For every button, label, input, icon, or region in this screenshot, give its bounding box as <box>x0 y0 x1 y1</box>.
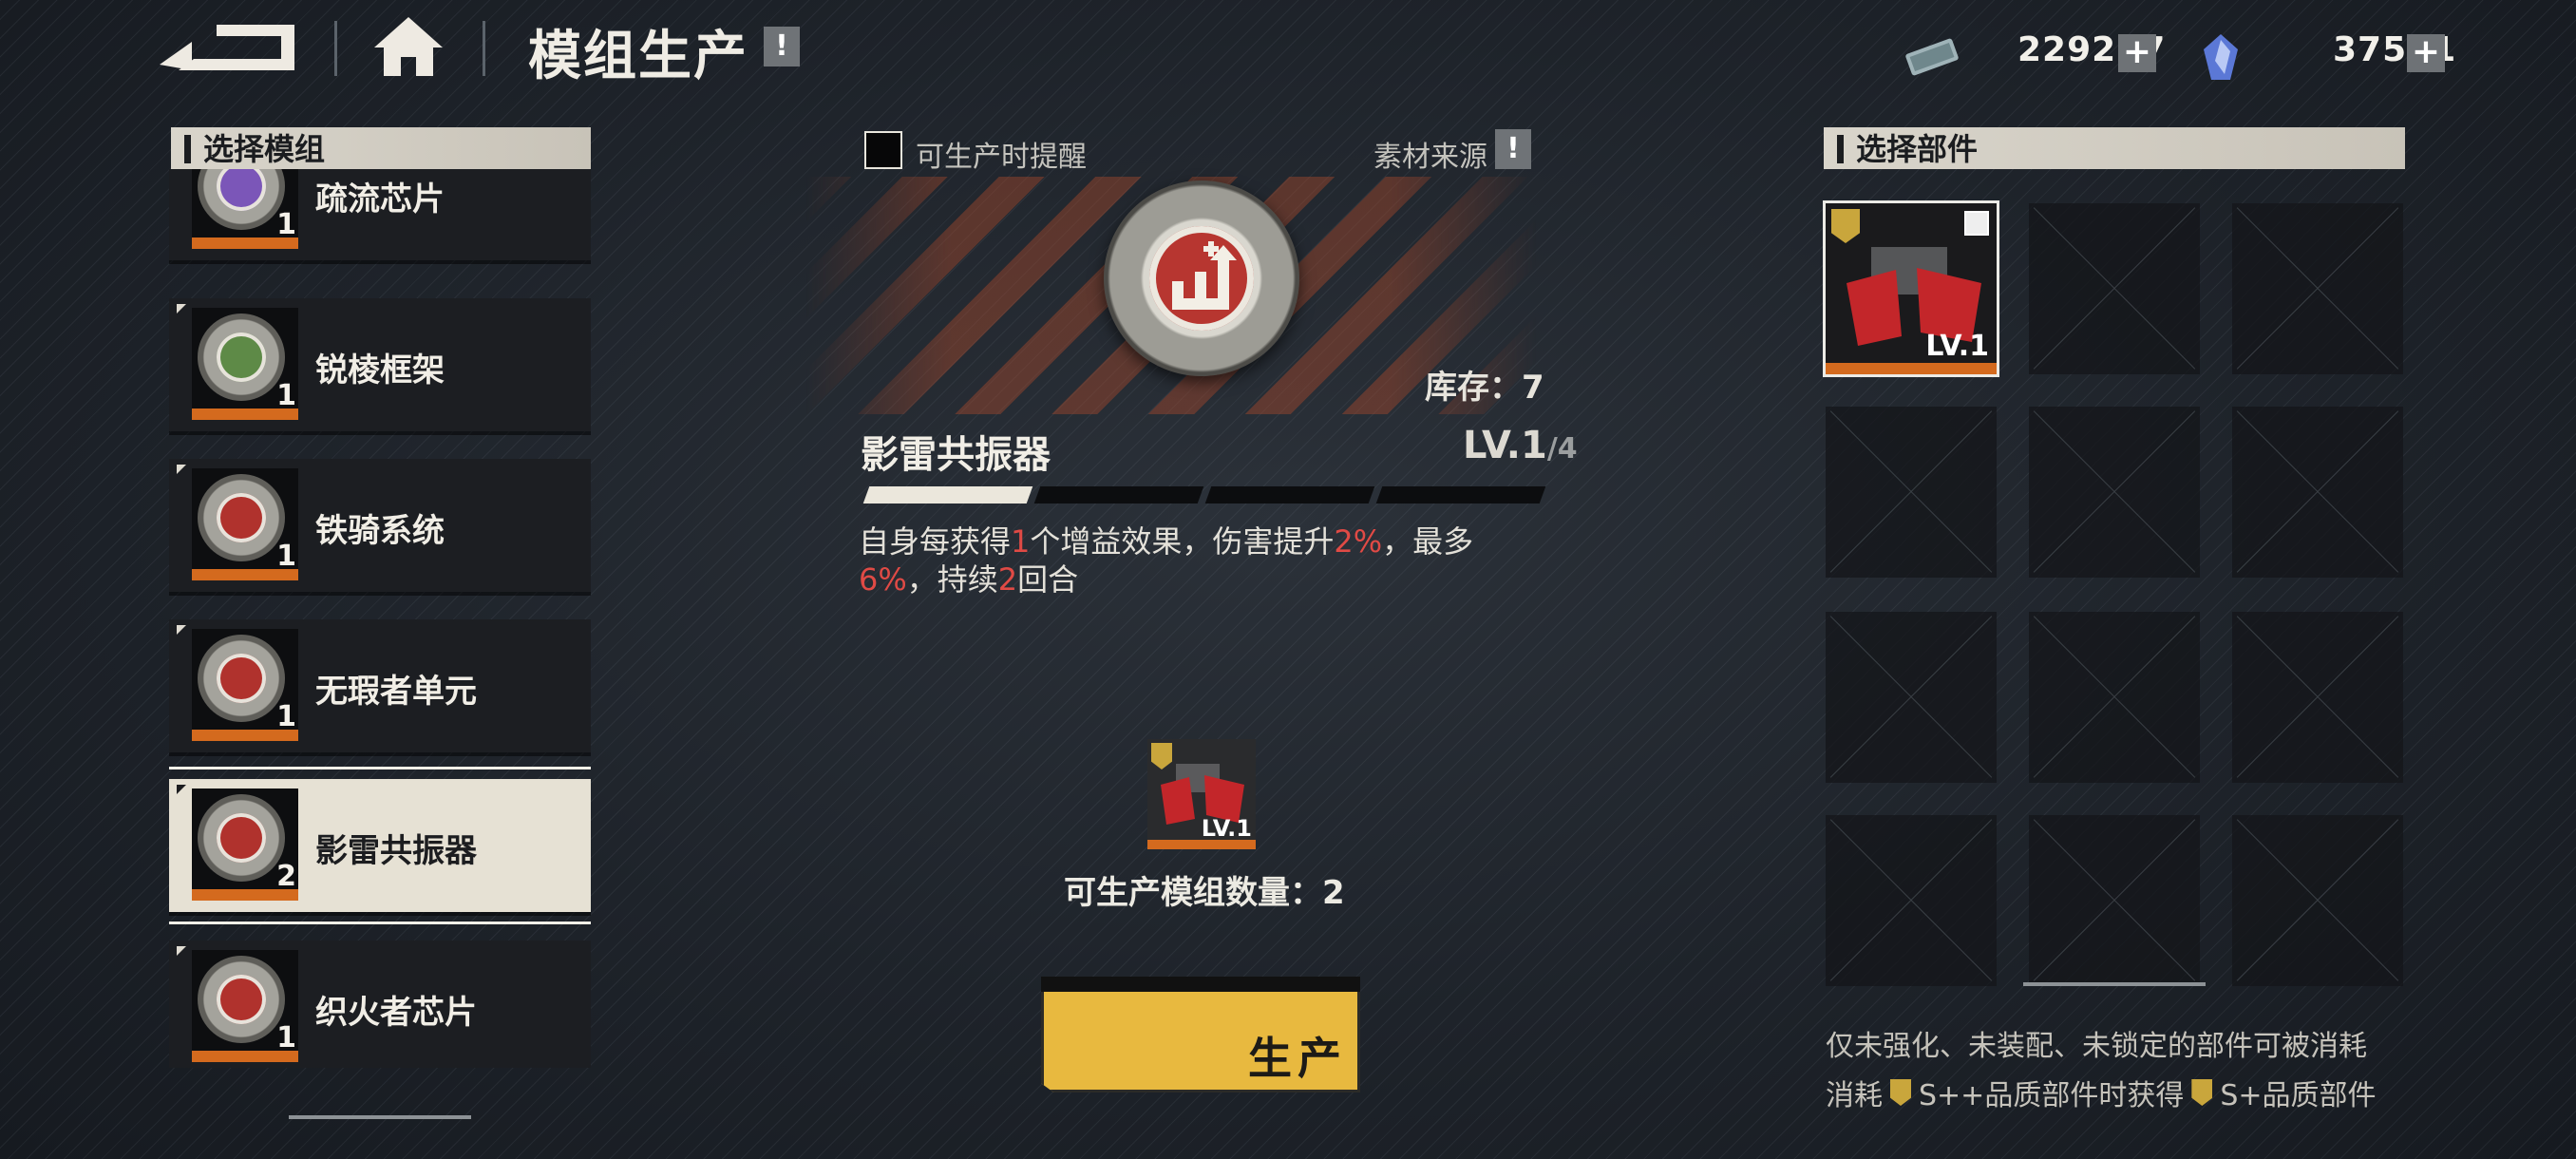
highlight-value: 1 <box>1011 523 1031 560</box>
produce-button[interactable]: 生产 <box>1041 977 1360 1092</box>
crystal-icon <box>2202 32 2240 86</box>
part-slot-empty[interactable] <box>1826 612 1997 783</box>
scrollbar[interactable] <box>289 1115 471 1119</box>
ticket-icon <box>1902 34 1962 84</box>
level-segment-filled <box>862 486 1033 504</box>
module-list[interactable]: 1 疏流芯片 1 锐棱框架 1 铁骑系统 1 无瑕者单元 2 影雷共振器 1 织… <box>169 169 591 1068</box>
module-count: 1 <box>276 540 296 573</box>
module-item[interactable]: 1 疏流芯片 <box>169 169 591 260</box>
info-icon[interactable]: ! <box>764 27 800 66</box>
module-panel-header: 选择模组 <box>171 127 591 169</box>
level-current: LV.1 <box>1463 424 1547 467</box>
note-text: 消耗 <box>1826 1079 1883 1112</box>
parts-panel-header: 选择部件 <box>1824 127 2405 169</box>
highlight-value: 6% <box>859 561 907 598</box>
back-button[interactable] <box>160 21 294 74</box>
module-emblem-icon <box>1104 180 1299 376</box>
producible-count: 可生产模组数量：2 <box>1064 874 1345 912</box>
home-icon <box>374 17 443 76</box>
module-name: 影雷共振器 <box>315 832 477 870</box>
rank-badge-icon <box>1890 1079 1911 1106</box>
part-slot-empty[interactable] <box>2232 815 2403 986</box>
description-text: 回合 <box>1017 561 1079 598</box>
level-max: /4 <box>1546 432 1578 466</box>
consume-note: 仅未强化、未装配、未锁定的部件可被消耗 <box>1826 1030 2367 1063</box>
part-slot-empty[interactable] <box>2232 203 2403 374</box>
module-name: 疏流芯片 <box>315 180 445 218</box>
part-slot-empty[interactable] <box>2029 815 2200 986</box>
module-count: 2 <box>276 860 296 893</box>
module-name: 无瑕者单元 <box>315 673 477 711</box>
module-item[interactable]: 1 无瑕者单元 <box>169 619 591 752</box>
module-item[interactable]: 1 铁骑系统 <box>169 459 591 592</box>
module-icon: 1 <box>192 169 298 249</box>
module-name: 织火者芯片 <box>315 994 477 1032</box>
part-slot-empty[interactable] <box>2029 612 2200 783</box>
page-title: 模组生产 <box>528 26 748 87</box>
material-source-label: 素材来源 <box>1373 141 1487 174</box>
stock-count: 库存：7 <box>1425 369 1544 407</box>
remind-checkbox[interactable] <box>864 131 902 169</box>
module-count: 1 <box>276 208 296 241</box>
module-icon: 1 <box>192 629 298 741</box>
module-icon: 1 <box>192 308 298 420</box>
highlight-value: 2% <box>1334 523 1383 560</box>
module-icon: 1 <box>192 468 298 580</box>
rank-badge-icon <box>2191 1079 2213 1106</box>
module-icon: 2 <box>192 788 298 901</box>
back-arrow-icon <box>160 25 294 70</box>
module-panel-title: 选择模组 <box>203 131 326 167</box>
module-count: 1 <box>276 1021 296 1054</box>
note-text: S++品质部件时获得 <box>1919 1079 2185 1112</box>
module-item[interactable]: 1 织火者芯片 <box>169 940 591 1068</box>
part-select-checkbox[interactable] <box>1964 211 1989 236</box>
part-slot-empty[interactable] <box>1826 407 1997 578</box>
add-premium-button[interactable]: + <box>2407 34 2445 72</box>
note-text: S+品质部件 <box>2220 1079 2377 1112</box>
module-count: 1 <box>276 700 296 733</box>
module-count: 1 <box>276 379 296 412</box>
part-slot-empty[interactable] <box>1826 815 1997 986</box>
description-text: ，持续 <box>906 561 998 598</box>
part-slot-empty[interactable] <box>2232 407 2403 578</box>
description-text: 个增益效果，伤害提升 <box>1030 523 1335 560</box>
module-level: LV.1/4 <box>1463 424 1578 467</box>
resonator-icon <box>1172 241 1237 310</box>
module-name: 铁骑系统 <box>315 512 445 550</box>
module-item[interactable]: 1 锐棱框架 <box>169 298 591 431</box>
highlight-value: 2 <box>997 561 1018 598</box>
level-segment <box>1033 486 1204 504</box>
remind-label: 可生产时提醒 <box>916 141 1087 174</box>
part-slot-empty[interactable] <box>2029 407 2200 578</box>
part-level: LV.1 <box>1925 330 1989 363</box>
module-title: 影雷共振器 <box>861 433 1051 477</box>
module-name: 锐棱框架 <box>315 352 445 390</box>
description-text: 自身每获得 <box>859 523 1012 560</box>
parts-panel-title: 选择部件 <box>1856 131 1979 167</box>
produce-button-label: 生产 <box>1248 1033 1347 1084</box>
material-level: LV.1 <box>1201 815 1252 842</box>
divider <box>483 21 485 76</box>
module-icon: 1 <box>192 950 298 1062</box>
level-segment <box>1375 486 1546 504</box>
description-text: ，最多 <box>1382 523 1474 560</box>
part-slot-empty[interactable] <box>2232 612 2403 783</box>
divider <box>334 21 337 76</box>
scrollbar[interactable] <box>2023 982 2206 986</box>
level-segment <box>1204 486 1375 504</box>
home-button[interactable] <box>372 13 445 80</box>
module-description: 自身每获得1个增益效果，伤害提升2%，最多 6%，持续2回合 <box>859 522 1543 598</box>
add-currency-button[interactable]: + <box>2118 34 2156 72</box>
part-slot-empty[interactable] <box>2029 203 2200 374</box>
material-part: LV.1 <box>1147 739 1256 849</box>
part-slot-selected[interactable]: LV.1 <box>1823 200 1999 377</box>
module-item-selected[interactable]: 2 影雷共振器 <box>169 767 591 924</box>
material-source-button[interactable]: ! <box>1495 129 1531 169</box>
quality-note: 消耗 S++品质部件时获得 S+品质部件 <box>1826 1072 2377 1113</box>
